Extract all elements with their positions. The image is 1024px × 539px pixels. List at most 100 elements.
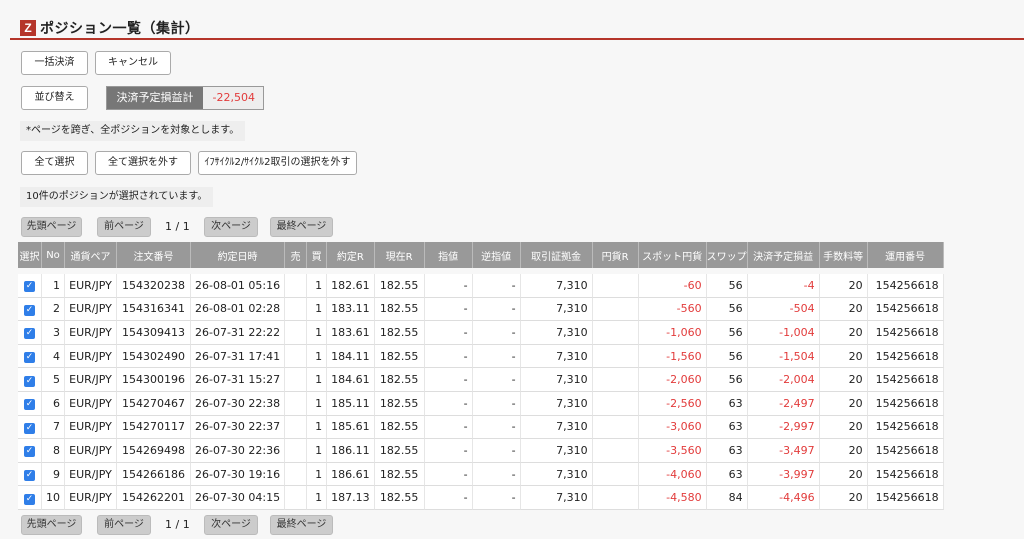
cell-limit: - (424, 439, 473, 463)
col-header-operation-number[interactable]: 運用番号 (867, 242, 944, 268)
cell-fee: 20 (819, 344, 868, 369)
table-row[interactable]: ✓ 1 EUR/JPY 154320238 26-08-01 05:16 1 182.61 1… (18, 274, 944, 298)
cell-margin: 7,310 (520, 462, 593, 487)
col-header-no[interactable]: No (42, 242, 65, 268)
cell-spot-jpy: -4,060 (638, 462, 707, 487)
sort-button[interactable]: 並び替え (21, 86, 88, 110)
col-header-fee[interactable]: 手数料等 (819, 242, 868, 268)
table-row[interactable]: ✓ 5 EUR/JPY 154300196 26-07-31 15:27 1 184.61 1… (18, 368, 944, 392)
table-row[interactable]: ✓ 7 EUR/JPY 154270117 26-07-30 22:37 1 185.61 1… (18, 415, 944, 440)
cell-current-rate: 182.55 (374, 462, 425, 487)
row-select-cell: ✓ (18, 391, 42, 416)
row-select-checkbox[interactable]: ✓ (24, 399, 35, 411)
page-info-top: 1 / 1 (165, 220, 190, 233)
row-select-checkbox[interactable]: ✓ (24, 328, 35, 340)
row-select-cell: ✓ (18, 274, 42, 298)
cell-swap: 63 (706, 462, 748, 487)
col-header-buy[interactable]: 買 (307, 242, 328, 268)
prev-page-button-top[interactable]: 前ページ (97, 217, 151, 237)
cell-operation-number: 154256618 (867, 415, 944, 440)
cell-pair: EUR/JPY (65, 274, 117, 298)
col-header-select[interactable]: 選択 (18, 242, 42, 268)
cell-jpy-rate (592, 274, 639, 298)
cell-execution-rate: 182.61 (327, 274, 375, 298)
cell-pair: EUR/JPY (65, 321, 117, 345)
row-select-cell: ✓ (18, 344, 42, 369)
table-row[interactable]: ✓ 10 EUR/JPY 154262201 26-07-30 04:15 1 187.13… (18, 486, 944, 510)
cell-sell (285, 274, 308, 298)
cell-jpy-rate (592, 368, 639, 392)
select-all-button[interactable]: 全て選択 (21, 151, 88, 175)
next-page-button-top[interactable]: 次ページ (204, 217, 258, 237)
cell-settlement-pl: -3,997 (747, 462, 820, 487)
table-row[interactable]: ✓ 4 EUR/JPY 154302490 26-07-31 17:41 1 184.11 1… (18, 344, 944, 369)
col-header-execution-time[interactable]: 約定日時 (191, 242, 286, 268)
table-body: ✓ 1 EUR/JPY 154320238 26-08-01 05:16 1 182.61 1… (18, 268, 944, 510)
last-page-button-bottom[interactable]: 最終ページ (270, 515, 333, 535)
col-header-spot-jpy[interactable]: スポット円貨 (638, 242, 707, 268)
header-divider (10, 38, 1024, 40)
row-select-checkbox[interactable]: ✓ (24, 375, 35, 387)
table-row[interactable]: ✓ 6 EUR/JPY 154270467 26-07-30 22:38 1 185.11 1… (18, 391, 944, 416)
cell-spot-jpy: -1,060 (638, 321, 707, 345)
row-select-checkbox[interactable]: ✓ (24, 352, 35, 364)
cell-limit: - (424, 344, 473, 369)
cell-spot-jpy: -2,060 (638, 368, 707, 392)
row-select-checkbox[interactable]: ✓ (24, 446, 35, 458)
col-header-execution-rate[interactable]: 約定R (327, 242, 375, 268)
col-header-pair[interactable]: 通貨ペア (65, 242, 117, 268)
first-page-button-bottom[interactable]: 先頭ページ (21, 515, 82, 535)
table-row[interactable]: ✓ 9 EUR/JPY 154266186 26-07-30 19:16 1 186.61 1… (18, 462, 944, 487)
row-select-checkbox[interactable]: ✓ (24, 493, 35, 505)
row-select-checkbox[interactable]: ✓ (24, 470, 35, 482)
bulk-settle-button[interactable]: 一括決済 (21, 51, 88, 75)
cell-order-number: 154320238 (117, 274, 191, 298)
table-row[interactable]: ✓ 8 EUR/JPY 154269498 26-07-30 22:36 1 186.11 1… (18, 439, 944, 463)
col-header-limit[interactable]: 指値 (424, 242, 473, 268)
cell-order-number: 154300196 (117, 368, 191, 392)
cell-order-number: 154269498 (117, 439, 191, 463)
row-select-cell: ✓ (18, 368, 42, 392)
cell-no: 4 (42, 344, 65, 369)
next-page-button-bottom[interactable]: 次ページ (204, 515, 258, 535)
header: Z ポジション一覧（集計） (0, 0, 1024, 40)
cell-sell (285, 486, 308, 510)
cell-fee: 20 (819, 274, 868, 298)
cell-margin: 7,310 (520, 368, 593, 392)
cell-execution-time: 26-07-30 22:36 (191, 439, 286, 463)
cell-execution-rate: 187.13 (327, 486, 375, 510)
row-select-checkbox[interactable]: ✓ (24, 304, 35, 316)
cell-stop: - (472, 439, 521, 463)
row-select-checkbox[interactable]: ✓ (24, 281, 35, 293)
page-scope-note: *ページを跨ぎ、全ポジションを対象とします。 (20, 121, 246, 141)
cell-margin: 7,310 (520, 344, 593, 369)
cancel-button[interactable]: キャンセル (95, 51, 171, 75)
first-page-button-top[interactable]: 先頭ページ (21, 217, 82, 237)
col-header-stop[interactable]: 逆指値 (472, 242, 521, 268)
row-select-checkbox[interactable]: ✓ (24, 422, 35, 434)
col-header-jpy-rate[interactable]: 円貨R (592, 242, 639, 268)
last-page-button-top[interactable]: 最終ページ (270, 217, 333, 237)
cell-stop: - (472, 321, 521, 345)
deselect-all-button[interactable]: 全て選択を外す (95, 151, 191, 175)
deselect-cycle-button[interactable]: ｲﾌｻｲｸﾙ2/ｻｲｸﾙ2取引の選択を外す (198, 151, 357, 175)
prev-page-button-bottom[interactable]: 前ページ (97, 515, 151, 535)
cell-stop: - (472, 368, 521, 392)
col-header-sell[interactable]: 売 (285, 242, 308, 268)
cell-swap: 56 (706, 321, 748, 345)
cell-operation-number: 154256618 (867, 439, 944, 463)
cell-pair: EUR/JPY (65, 462, 117, 487)
cell-execution-rate: 183.61 (327, 321, 375, 345)
cell-margin: 7,310 (520, 274, 593, 298)
table-row[interactable]: ✓ 2 EUR/JPY 154316341 26-08-01 02:28 1 183.11 1… (18, 297, 944, 322)
cell-no: 8 (42, 439, 65, 463)
cell-settlement-pl: -2,497 (747, 391, 820, 416)
cell-limit: - (424, 297, 473, 322)
cell-sell (285, 391, 308, 416)
table-row[interactable]: ✓ 3 EUR/JPY 154309413 26-07-31 22:22 1 183.61 1… (18, 321, 944, 345)
col-header-order-number[interactable]: 注文番号 (117, 242, 191, 268)
col-header-margin[interactable]: 取引証拠金 (520, 242, 593, 268)
col-header-settlement-pl[interactable]: 決済予定損益 (747, 242, 820, 268)
col-header-swap[interactable]: スワップ (706, 242, 748, 268)
col-header-current-rate[interactable]: 現在R (374, 242, 425, 268)
